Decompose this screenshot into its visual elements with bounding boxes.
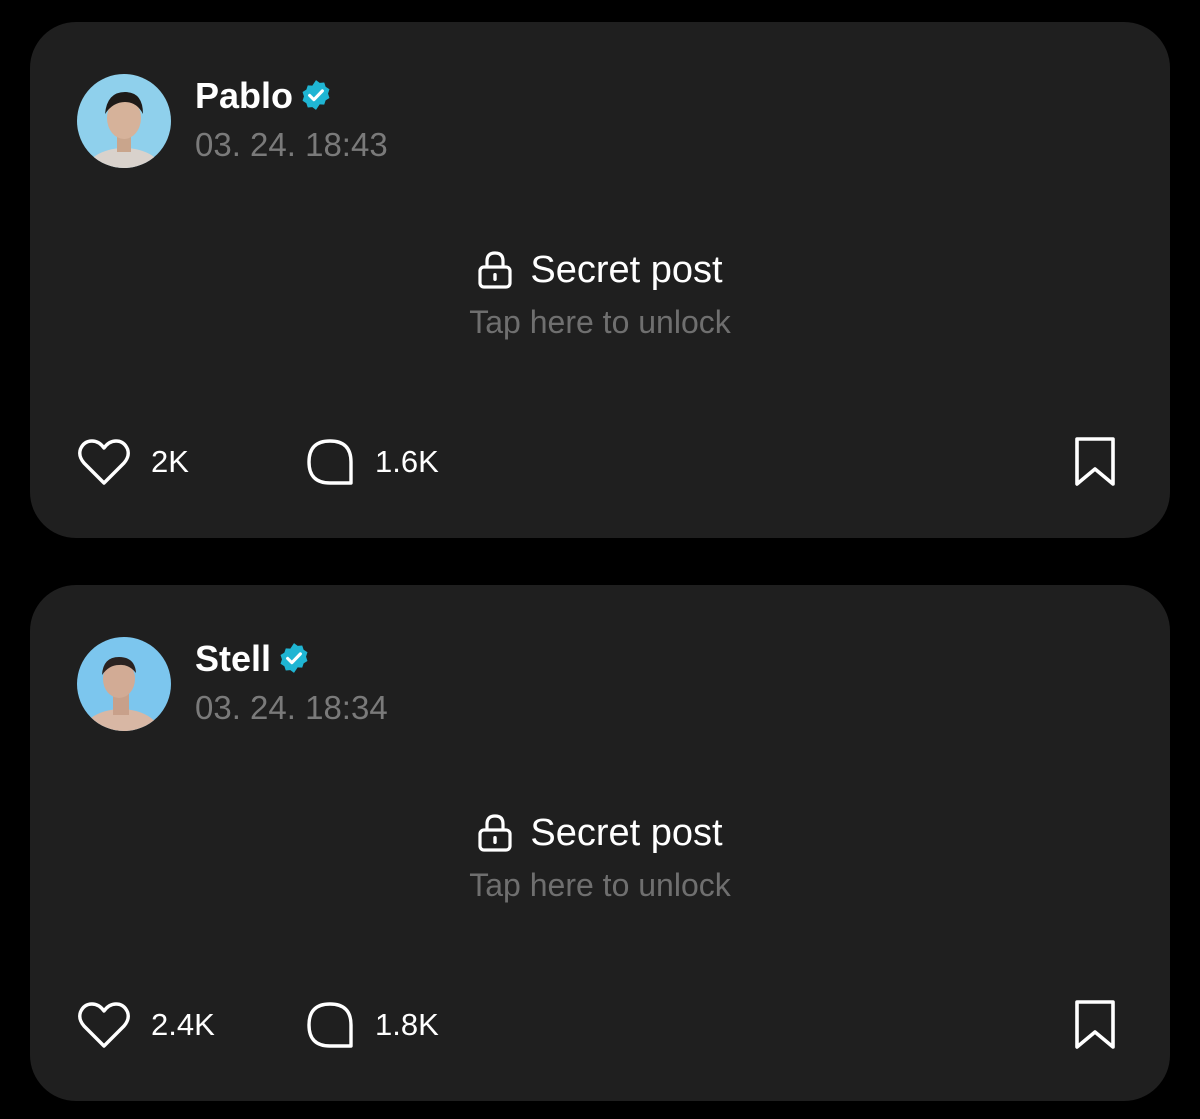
like-button[interactable]: 2K	[77, 436, 189, 488]
secret-post-label: Secret post	[530, 249, 723, 291]
comment-bubble-icon	[307, 439, 353, 485]
secret-post-title: Secret post	[477, 244, 723, 296]
comment-button[interactable]: 1.8K	[305, 999, 439, 1051]
author-name[interactable]: Pablo	[195, 74, 333, 118]
avatar[interactable]	[77, 637, 171, 731]
like-button[interactable]: 2.4K	[77, 999, 215, 1051]
post-actions: 2.4K 1.8K	[77, 999, 1118, 1051]
lock-icon	[478, 251, 512, 289]
comment-count: 1.8K	[375, 1007, 439, 1042]
bookmark-icon	[1075, 437, 1115, 486]
verified-badge-icon	[280, 643, 308, 674]
author-name-text[interactable]: Stell	[195, 638, 271, 679]
post-actions: 2K 1.6K	[77, 436, 1118, 488]
post-timestamp: 03. 24. 18:34	[195, 689, 388, 726]
tap-to-unlock-link[interactable]: Tap here to unlock	[30, 302, 1170, 342]
tap-to-unlock-link[interactable]: Tap here to unlock	[30, 865, 1170, 905]
bookmark-button[interactable]	[1072, 436, 1118, 488]
verified-badge-icon	[302, 80, 330, 111]
secret-post-block[interactable]: Secret post Tap here to unlock	[30, 807, 1170, 905]
comment-count: 1.6K	[375, 444, 439, 479]
heart-icon	[78, 439, 130, 485]
bookmark-button[interactable]	[1072, 999, 1118, 1051]
secret-post-title: Secret post	[477, 807, 723, 859]
heart-icon	[78, 1002, 130, 1048]
author-name[interactable]: Stell	[195, 637, 311, 681]
post-timestamp: 03. 24. 18:43	[195, 126, 388, 163]
like-count: 2K	[151, 444, 189, 479]
author-name-text[interactable]: Pablo	[195, 75, 293, 116]
post-card[interactable]: Stell 03. 24. 18:34 Secret post Tap here…	[30, 585, 1170, 1101]
secret-post-label: Secret post	[530, 812, 723, 854]
bookmark-icon	[1075, 1000, 1115, 1049]
avatar[interactable]	[77, 74, 171, 168]
secret-post-block[interactable]: Secret post Tap here to unlock	[30, 244, 1170, 342]
comment-button[interactable]: 1.6K	[305, 436, 439, 488]
post-feed: Pablo 03. 24. 18:43 Secret post Tap here…	[0, 0, 1200, 1119]
like-count: 2.4K	[151, 1007, 215, 1042]
comment-bubble-icon	[307, 1002, 353, 1048]
lock-icon	[478, 814, 512, 852]
post-card[interactable]: Pablo 03. 24. 18:43 Secret post Tap here…	[30, 22, 1170, 538]
